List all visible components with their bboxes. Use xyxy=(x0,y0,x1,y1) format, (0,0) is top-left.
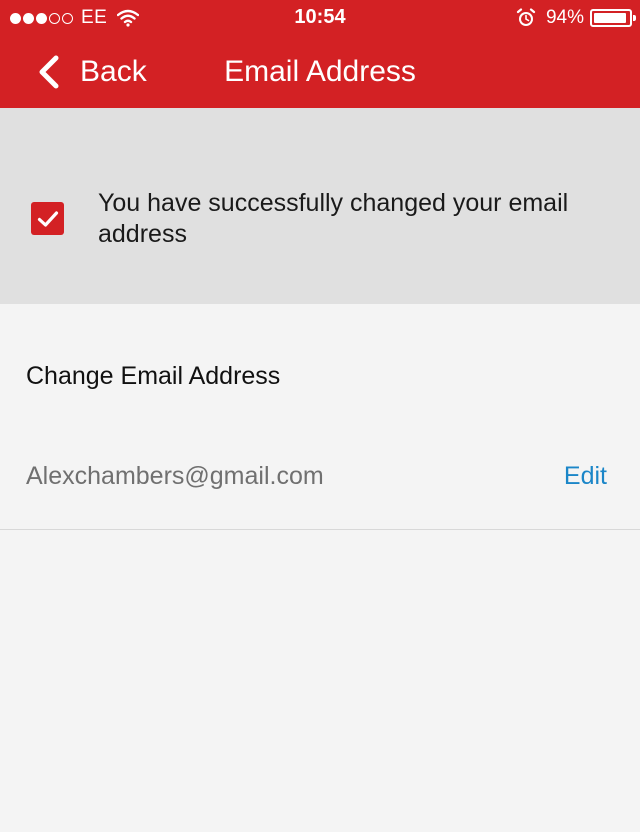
nav-bar: Back Email Address xyxy=(0,36,640,108)
status-right: 94% xyxy=(516,6,636,30)
battery-percentage: 94% xyxy=(545,7,584,28)
battery-fill xyxy=(594,13,626,23)
alarm-icon xyxy=(516,8,536,26)
battery-tip xyxy=(633,15,636,21)
success-banner: You have successfully changed your email… xyxy=(0,108,640,304)
page-title: Email Address xyxy=(224,55,416,88)
success-checkbox[interactable] xyxy=(31,202,64,235)
status-bar: EE 10:54 94% xyxy=(0,0,640,36)
success-message: You have successfully changed your email… xyxy=(98,189,569,248)
checkmark-icon xyxy=(37,210,58,227)
section-heading: Change Email Address xyxy=(26,362,281,390)
app-header: EE 10:54 94% Back Email Address xyxy=(0,0,640,108)
email-value: Alexchambers@gmail.com xyxy=(26,462,324,490)
email-row: Alexchambers@gmail.com Edit xyxy=(0,440,640,530)
battery-icon xyxy=(590,9,636,27)
edit-button[interactable]: Edit xyxy=(564,462,607,491)
